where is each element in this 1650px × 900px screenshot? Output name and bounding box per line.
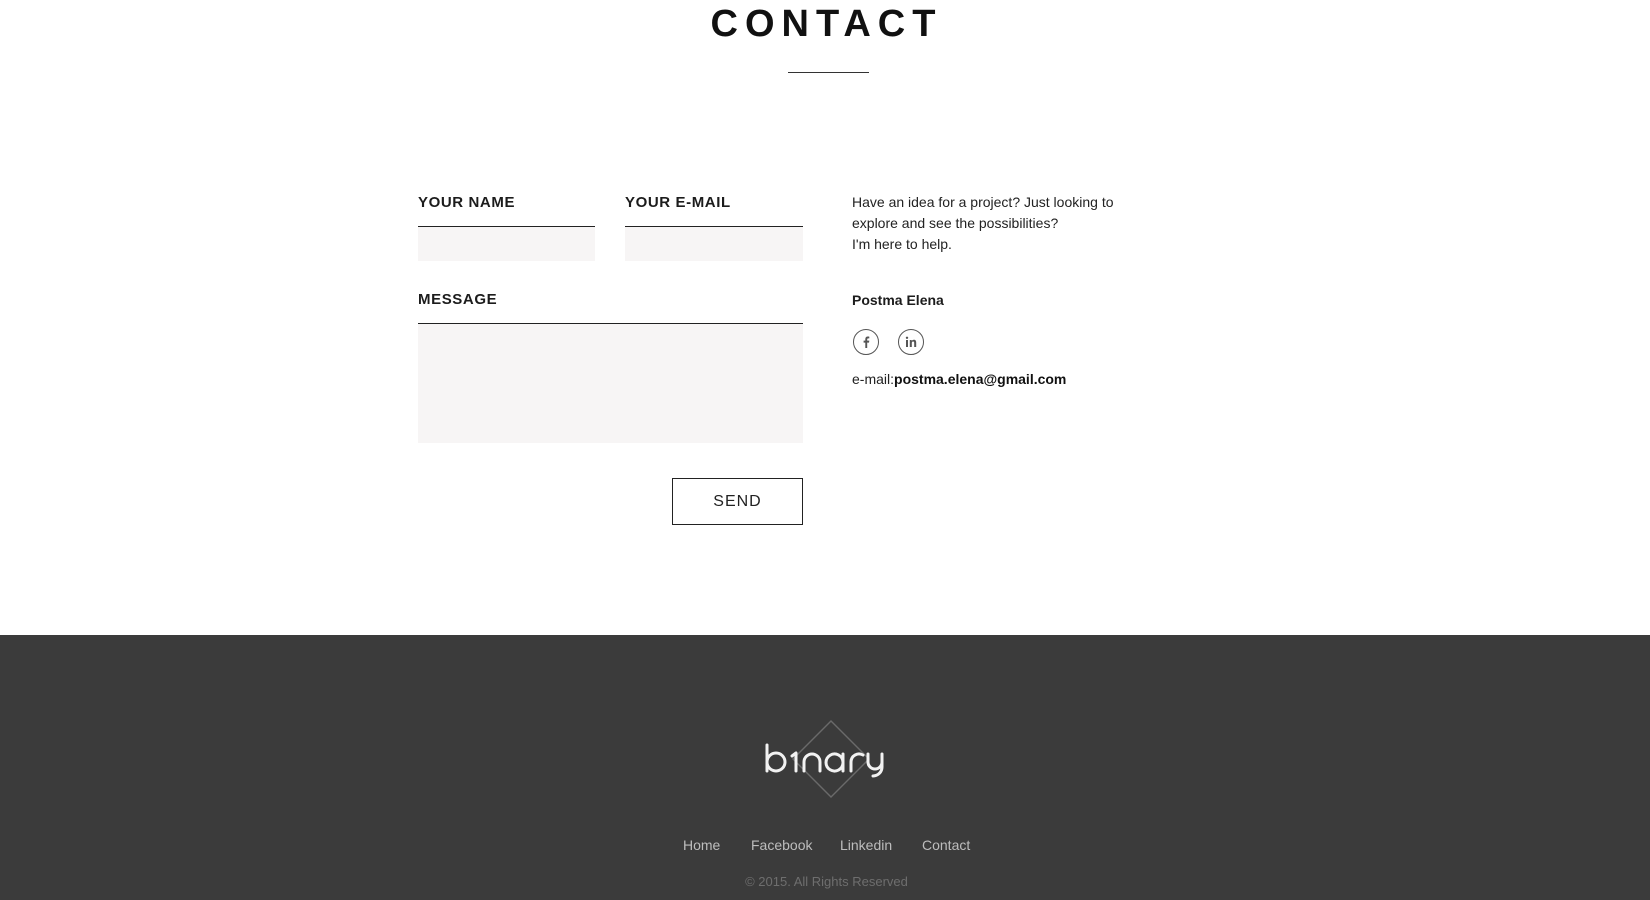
intro-line: I'm here to help. [852, 236, 952, 252]
name-field[interactable] [418, 226, 595, 261]
intro-line: Have an idea for a project? Just looking… [852, 194, 1114, 210]
email-field[interactable] [625, 226, 803, 261]
contact-email: e-mail:postma.elena@gmail.com [852, 371, 1066, 387]
send-button[interactable]: SEND [672, 478, 803, 525]
footer-link-contact[interactable]: Contact [922, 837, 970, 853]
facebook-link[interactable] [853, 329, 879, 355]
binary-logo [765, 720, 884, 798]
linkedin-link[interactable] [898, 329, 924, 355]
facebook-icon [863, 336, 870, 348]
email-address[interactable]: postma.elena@gmail.com [894, 371, 1066, 387]
name-label: YOUR NAME [418, 194, 516, 211]
email-label: YOUR E-MAIL [625, 194, 731, 211]
title-underline [788, 72, 869, 73]
footer-link-home[interactable]: Home [683, 837, 720, 853]
linkedin-icon [905, 336, 917, 347]
contact-intro: Have an idea for a project? Just looking… [852, 192, 1122, 255]
message-field[interactable] [418, 323, 803, 443]
intro-line: explore and see the possibilities? [852, 215, 1059, 231]
message-label: MESSAGE [418, 291, 498, 308]
page-title: CONTACT [710, 3, 943, 45]
footer-link-facebook[interactable]: Facebook [751, 837, 812, 853]
email-prefix: e-mail: [852, 371, 895, 387]
contact-page: CONTACT YOUR NAME YOUR E-MAIL MESSAGE SE… [0, 0, 1650, 900]
contact-person-name: Postma Elena [852, 292, 944, 308]
footer-link-linkedin[interactable]: Linkedin [840, 837, 892, 853]
copyright-text: © 2015. All Rights Reserved [745, 874, 908, 889]
